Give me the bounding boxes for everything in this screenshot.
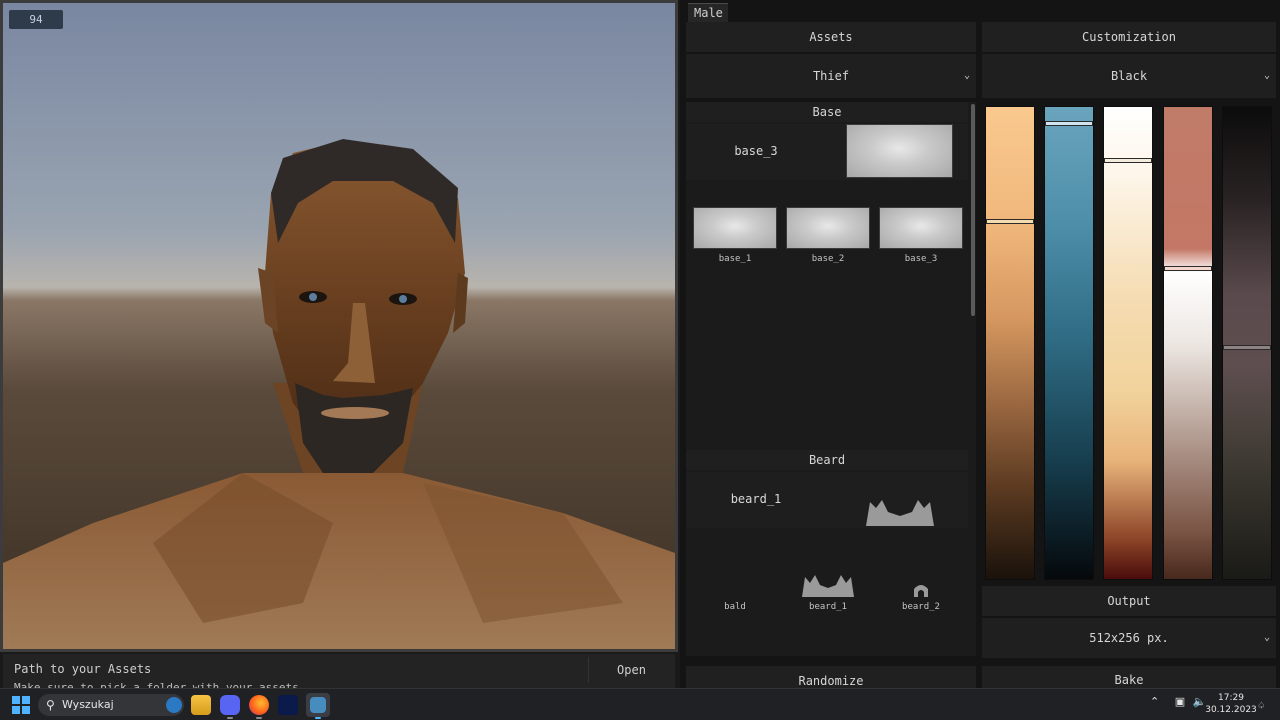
bing-chat-icon[interactable] (166, 697, 182, 713)
asset-item-base-1[interactable]: base_1 (690, 207, 780, 273)
asset-preset-value: Thief (812, 69, 850, 83)
eye-color-slider[interactable] (1044, 106, 1094, 580)
taskbar-search-box[interactable]: ⚲ Wyszukaj (38, 694, 184, 716)
fps-counter: 94 (9, 10, 63, 29)
godot-app-active[interactable] (306, 693, 330, 717)
assets-list[interactable]: Base base_3 base_1 base_2 base_3 Beard b… (686, 102, 976, 656)
asset-item-beard-1[interactable]: beard_1 (783, 555, 873, 621)
selected-base-row: base_3 (686, 124, 968, 180)
customization-header: Customization (982, 22, 1276, 52)
asset-item-label: base_2 (811, 254, 845, 264)
color-preset-value: Black (1110, 69, 1148, 83)
open-button[interactable]: Open (588, 657, 674, 683)
chevron-down-icon: ⌄ (1263, 70, 1270, 81)
output-size-dropdown[interactable]: 512x256 px. ⌄ (982, 618, 1276, 658)
selected-base-thumbnail (846, 124, 953, 178)
clock-date: 30.12.2023 (1205, 705, 1257, 715)
chevron-down-icon: ⌄ (963, 70, 970, 81)
asset-item-label: beard_1 (809, 602, 847, 612)
asset-item-base-2[interactable]: base_2 (783, 207, 873, 273)
3d-viewport[interactable]: 94 (3, 3, 675, 649)
selected-beard-name: beard_1 (730, 492, 782, 506)
randomize-button[interactable]: Randomize (686, 666, 976, 688)
beard-1-thumbnail (802, 575, 854, 597)
asset-item-beard-2[interactable]: beard_2 (876, 555, 966, 621)
chevron-up-icon[interactable]: ⌃ (1150, 695, 1159, 708)
system-tray: ⌃ ▣ 🔈 (1150, 695, 1206, 708)
asset-path-bar: Path to your Assets Make sure to pick a … (3, 654, 675, 694)
taskbar-clock[interactable]: 17:29 30.12.2023 (1204, 692, 1258, 716)
base-3-thumbnail (879, 207, 963, 249)
base-2-thumbnail (786, 207, 870, 249)
hair-color-handle[interactable] (1223, 345, 1271, 350)
clock-time: 17:29 (1218, 693, 1244, 703)
file-explorer-icon[interactable] (191, 695, 211, 715)
skin-color-handle[interactable] (986, 219, 1034, 224)
beard-2-thumbnail (914, 585, 928, 597)
asset-item-label: base_3 (904, 254, 938, 264)
asset-item-label: beard_2 (902, 602, 940, 612)
search-icon: ⚲ (46, 698, 55, 712)
asset-item-label: bald (724, 602, 746, 612)
asset-path-label[interactable]: Path to your Assets (14, 662, 151, 676)
asset-item-base-3[interactable]: base_3 (876, 207, 966, 273)
lip-color-handle[interactable] (1164, 266, 1212, 271)
teeth-color-handle[interactable] (1104, 158, 1152, 163)
character-preview (3, 139, 675, 649)
eye-color-handle[interactable] (1045, 121, 1093, 126)
section-title-base: Base (686, 102, 968, 122)
tab-male[interactable]: Male (688, 3, 728, 22)
base-1-thumbnail (693, 207, 777, 249)
section-title-beard: Beard (686, 450, 968, 470)
hair-color-slider[interactable] (1222, 106, 1272, 580)
running-indicator (256, 717, 262, 719)
selected-beard-thumbnail (866, 500, 934, 526)
firefox-icon[interactable] (249, 695, 269, 715)
assets-scrollbar[interactable] (971, 104, 975, 316)
godot-icon (310, 697, 326, 713)
asset-preset-dropdown[interactable]: Thief ⌄ (686, 54, 976, 98)
asset-item-bald[interactable]: bald (690, 555, 780, 621)
windows-start-icon[interactable] (12, 696, 30, 714)
notification-bell-icon[interactable]: ♤ (1258, 699, 1265, 712)
teeth-color-slider[interactable] (1103, 106, 1153, 580)
chevron-down-icon: ⌄ (1263, 632, 1270, 643)
network-icon[interactable]: ▣ (1175, 695, 1185, 708)
bald-thumbnail (693, 555, 777, 597)
skin-color-slider[interactable] (985, 106, 1035, 580)
asset-item-label: base_1 (718, 254, 752, 264)
color-preset-dropdown[interactable]: Black ⌄ (982, 54, 1276, 98)
bake-button[interactable]: Bake (982, 666, 1276, 688)
running-indicator (227, 717, 233, 719)
selected-beard-row: beard_1 (686, 472, 968, 528)
output-size-value: 512x256 px. (1089, 631, 1169, 645)
running-indicator (315, 717, 321, 719)
output-header: Output (982, 586, 1276, 616)
windows-taskbar: ⚲ Wyszukaj ⌃ ▣ 🔈 17:29 30.12.2023 ♤ (0, 688, 1280, 720)
selected-base-name: base_3 (734, 144, 778, 158)
lip-color-slider[interactable] (1163, 106, 1213, 580)
taskbar-search-placeholder: Wyszukaj (62, 698, 114, 711)
disney-plus-icon[interactable] (278, 695, 298, 715)
assets-header: Assets (686, 22, 976, 52)
discord-icon[interactable] (220, 695, 240, 715)
